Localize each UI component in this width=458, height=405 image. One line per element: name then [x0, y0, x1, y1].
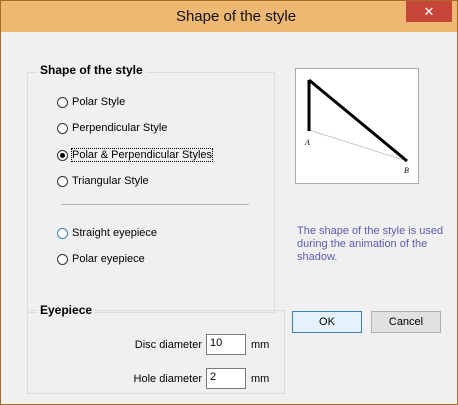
cancel-button[interactable]: Cancel	[371, 311, 441, 333]
point-b-label: B	[404, 166, 409, 175]
radio-circle	[57, 227, 68, 239]
eyepiece-group-title: Eyepiece	[37, 303, 96, 317]
ok-button[interactable]: OK	[292, 311, 362, 333]
radio-circle	[57, 253, 68, 265]
hole-diameter-field[interactable]: 2	[206, 368, 246, 389]
shape-group-title: Shape of the style	[37, 63, 146, 77]
radio-circle	[57, 175, 68, 187]
hole-diameter-value: 2	[210, 371, 217, 383]
radio-triangular-style[interactable]: Triangular Style	[57, 175, 149, 187]
radio-polar-perpendicular-styles[interactable]: Polar & Perpendicular Styles	[57, 148, 214, 162]
radio-label: Straight eyepiece	[72, 227, 157, 239]
info-text: The shape of the style is used during th…	[297, 225, 444, 263]
disc-diameter-label: Disc diameter	[134, 339, 202, 351]
radio-circle-selected	[57, 149, 68, 161]
style-preview: A B	[295, 68, 419, 184]
hole-diameter-unit: mm	[251, 373, 270, 385]
point-a-label: A	[304, 138, 310, 147]
radio-polar-style[interactable]: Polar Style	[57, 96, 125, 108]
group-separator	[61, 204, 249, 205]
style-preview-drawing: A B	[304, 78, 409, 175]
shadow-line	[308, 129, 408, 162]
radio-circle	[57, 122, 68, 134]
disc-diameter-field[interactable]: 10	[206, 334, 246, 355]
close-icon: ✕	[423, 4, 435, 19]
radio-label: Polar eyepiece	[72, 253, 145, 265]
radio-polar-eyepiece[interactable]: Polar eyepiece	[57, 253, 145, 265]
radio-label: Polar & Perpendicular Styles	[70, 148, 214, 162]
dialog-client: Shape of the style Polar Style Perpendic…	[8, 32, 450, 398]
close-button[interactable]: ✕	[406, 1, 452, 22]
radio-circle	[57, 96, 68, 108]
radio-label: Polar Style	[72, 96, 126, 108]
radio-straight-eyepiece[interactable]: Straight eyepiece	[57, 227, 157, 239]
disc-diameter-unit: mm	[251, 339, 270, 351]
title-bar[interactable]: Shape of the style ✕	[1, 1, 457, 32]
hole-diameter-label: Hole diameter	[133, 373, 202, 385]
radio-label: Perpendicular Style	[72, 122, 168, 134]
radio-perpendicular-style[interactable]: Perpendicular Style	[57, 122, 167, 134]
radio-label: Triangular Style	[72, 175, 149, 187]
disc-diameter-value: 10	[210, 337, 223, 349]
style-polar-line	[308, 78, 408, 163]
window-title: Shape of the style	[175, 8, 297, 25]
dialog-window: Shape of the style ✕ Shape of the style …	[0, 0, 458, 405]
shape-group-frame	[27, 72, 275, 313]
